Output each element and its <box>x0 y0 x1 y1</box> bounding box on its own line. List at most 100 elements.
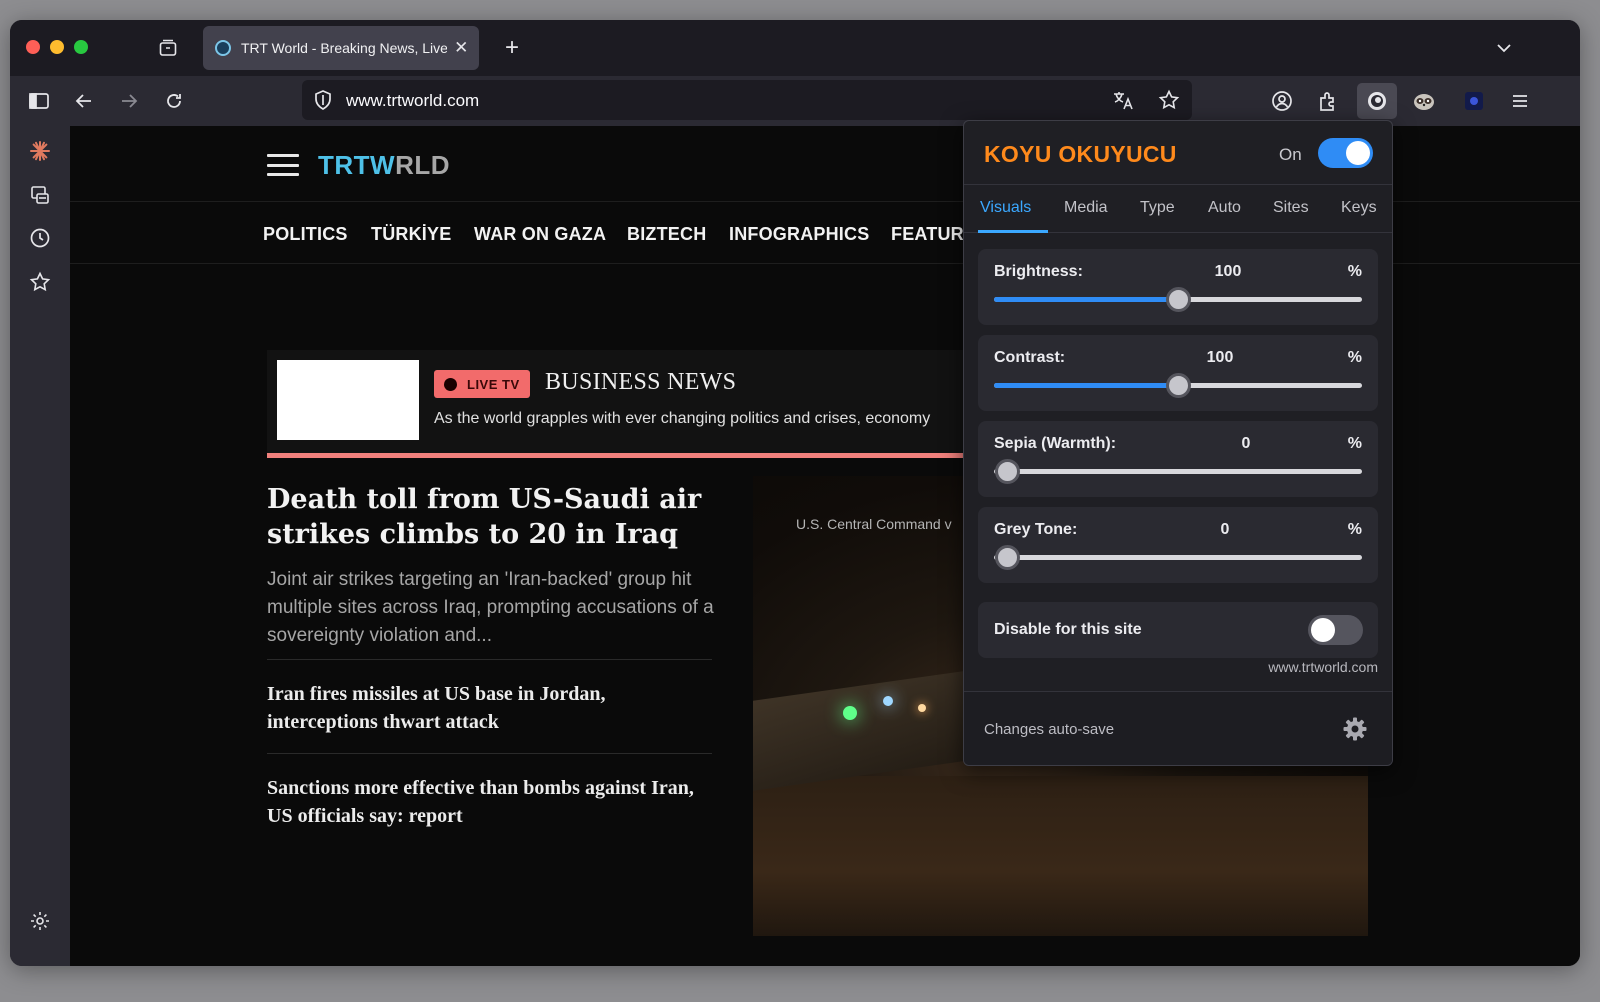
tab-media[interactable]: Media <box>1064 199 1108 217</box>
slider-thumb[interactable] <box>994 545 1020 570</box>
photo-light <box>843 706 857 720</box>
extension-title: KOYU OKUYUCU <box>984 141 1177 167</box>
slider-thumb[interactable] <box>994 459 1020 484</box>
extensions-puzzle-icon[interactable] <box>1312 85 1344 117</box>
tab-auto[interactable]: Auto <box>1208 199 1241 217</box>
settings-gear-icon[interactable] <box>1342 716 1368 747</box>
slider-unit: % <box>1347 435 1362 452</box>
bookmarks-star-icon[interactable] <box>25 267 55 297</box>
history-clock-icon[interactable] <box>25 223 55 253</box>
photo-caption: U.S. Central Command v <box>796 516 952 532</box>
brightness-slider[interactable] <box>994 287 1362 312</box>
tab-overview-icon[interactable] <box>154 34 182 62</box>
sepia-control: Sepia (Warmth): 0 % <box>978 421 1378 497</box>
current-site-host: www.trtworld.com <box>1268 659 1378 675</box>
slider-unit: % <box>1347 521 1362 538</box>
synced-tabs-icon[interactable] <box>25 180 55 210</box>
nav-war-on-gaza[interactable]: WAR ON GAZA <box>474 224 606 245</box>
trt-world-logo[interactable]: TRTWRLD <box>318 150 450 181</box>
slider-fill <box>994 297 1178 302</box>
tab-type[interactable]: Type <box>1140 199 1175 217</box>
extension-popup: KOYU OKUYUCU On Visuals Media Type Auto … <box>963 120 1393 766</box>
nav-biztech[interactable]: BIZTECH <box>627 224 706 245</box>
contrast-slider[interactable] <box>994 373 1362 398</box>
live-description: As the world grapples with ever changing… <box>434 410 931 427</box>
chevron-down-icon[interactable] <box>1490 34 1518 62</box>
slider-label: Sepia (Warmth): <box>994 435 1117 452</box>
tab-keys[interactable]: Keys <box>1341 199 1377 217</box>
photo-light <box>883 696 893 706</box>
slider-thumb[interactable] <box>1166 373 1191 398</box>
live-thumbnail <box>277 360 419 440</box>
url-text[interactable]: www.trtworld.com <box>346 91 479 111</box>
toggle-knob <box>1311 618 1335 642</box>
slider-fill <box>994 383 1178 388</box>
popup-header: KOYU OKUYUCU On <box>964 121 1392 185</box>
browser-sidebar <box>10 126 70 966</box>
story-link[interactable]: Iran fires missiles at US base in Jordan… <box>267 680 707 736</box>
story-divider <box>267 753 712 754</box>
close-window-button[interactable] <box>26 40 40 54</box>
nav-infographics[interactable]: INFOGRAPHICS <box>729 224 869 245</box>
slider-label: Grey Tone: <box>994 521 1078 538</box>
dark-reader-extension-icon[interactable] <box>1357 83 1397 119</box>
popup-tabs: Visuals Media Type Auto Sites Keys <box>964 185 1392 233</box>
raccoon-extension-icon[interactable] <box>1408 85 1440 117</box>
application-menu-icon[interactable] <box>1504 85 1536 117</box>
translate-icon[interactable] <box>1112 89 1134 116</box>
browser-window: TRT World - Breaking News, Live ✕ + www.… <box>10 20 1580 966</box>
autosave-note: Changes auto-save <box>984 721 1115 738</box>
contrast-control: Contrast: 100 % <box>978 335 1378 411</box>
photo-aircraft <box>753 671 963 791</box>
back-arrow-icon[interactable] <box>68 85 100 117</box>
slider-label: Contrast: <box>994 349 1066 366</box>
vpn-extension-icon[interactable] <box>1458 85 1490 117</box>
slider-unit: % <box>1347 263 1362 280</box>
close-tab-icon[interactable]: ✕ <box>453 38 469 58</box>
grey-tone-slider[interactable] <box>994 545 1362 570</box>
minimize-window-button[interactable] <box>50 40 64 54</box>
live-tv-badge: LIVE TV <box>434 370 530 398</box>
popup-footer: Changes auto-save <box>964 691 1392 765</box>
main-summary: Joint air strikes targeting an 'Iran-bac… <box>267 569 714 646</box>
disable-site-toggle[interactable] <box>1308 615 1363 645</box>
brightness-control: Brightness: 100 % <box>978 249 1378 325</box>
new-tab-icon[interactable]: + <box>498 34 526 62</box>
story-link[interactable]: Sanctions more effective than bombs agai… <box>267 774 707 830</box>
nav-politics[interactable]: POLITICS <box>263 224 348 245</box>
sidebar-settings-gear-icon[interactable] <box>25 906 55 936</box>
ai-chatbot-icon[interactable] <box>25 136 55 166</box>
reload-icon[interactable] <box>158 85 190 117</box>
active-tab[interactable]: TRT World - Breaking News, Live ✕ <box>203 26 479 70</box>
slider-unit: % <box>1347 349 1362 366</box>
forward-arrow-icon[interactable] <box>113 85 145 117</box>
sidebar-toggle-icon[interactable] <box>23 85 55 117</box>
address-bar[interactable]: www.trtworld.com <box>302 80 1192 120</box>
slider-value: 0 <box>1220 521 1230 538</box>
bookmark-star-icon[interactable] <box>1158 89 1180 116</box>
slider-value: 0 <box>1241 435 1251 452</box>
photo-ground <box>753 776 1368 936</box>
active-tab-indicator <box>978 230 1048 233</box>
zoom-window-button[interactable] <box>74 40 88 54</box>
trtworld-favicon-icon <box>215 40 231 56</box>
tab-bar: TRT World - Breaking News, Live ✕ + <box>10 20 1580 76</box>
site-menu-hamburger-icon[interactable] <box>267 154 299 176</box>
shield-icon[interactable] <box>312 89 334 116</box>
slider-value: 100 <box>1214 263 1242 280</box>
live-tv-banner[interactable]: LIVE TV BUSINESS NEWS As the world grapp… <box>267 350 1027 458</box>
main-headline[interactable]: Death toll from US-Saudi air strikes cli… <box>267 482 717 552</box>
slider-label: Brightness: <box>994 263 1083 280</box>
slider-value: 100 <box>1206 349 1234 366</box>
tab-title: TRT World - Breaking News, Live <box>241 40 448 56</box>
power-label: On <box>1279 145 1302 164</box>
nav-turkiye[interactable]: TÜRKİYE <box>371 224 451 245</box>
power-toggle[interactable] <box>1318 138 1373 168</box>
tab-visuals[interactable]: Visuals <box>980 199 1031 217</box>
tab-sites[interactable]: Sites <box>1273 199 1309 217</box>
navigation-toolbar: www.trtworld.com <box>10 76 1580 126</box>
slider-thumb[interactable] <box>1166 287 1191 312</box>
account-icon[interactable] <box>1266 85 1298 117</box>
photo-light <box>918 704 926 712</box>
sepia-slider[interactable] <box>994 459 1362 484</box>
